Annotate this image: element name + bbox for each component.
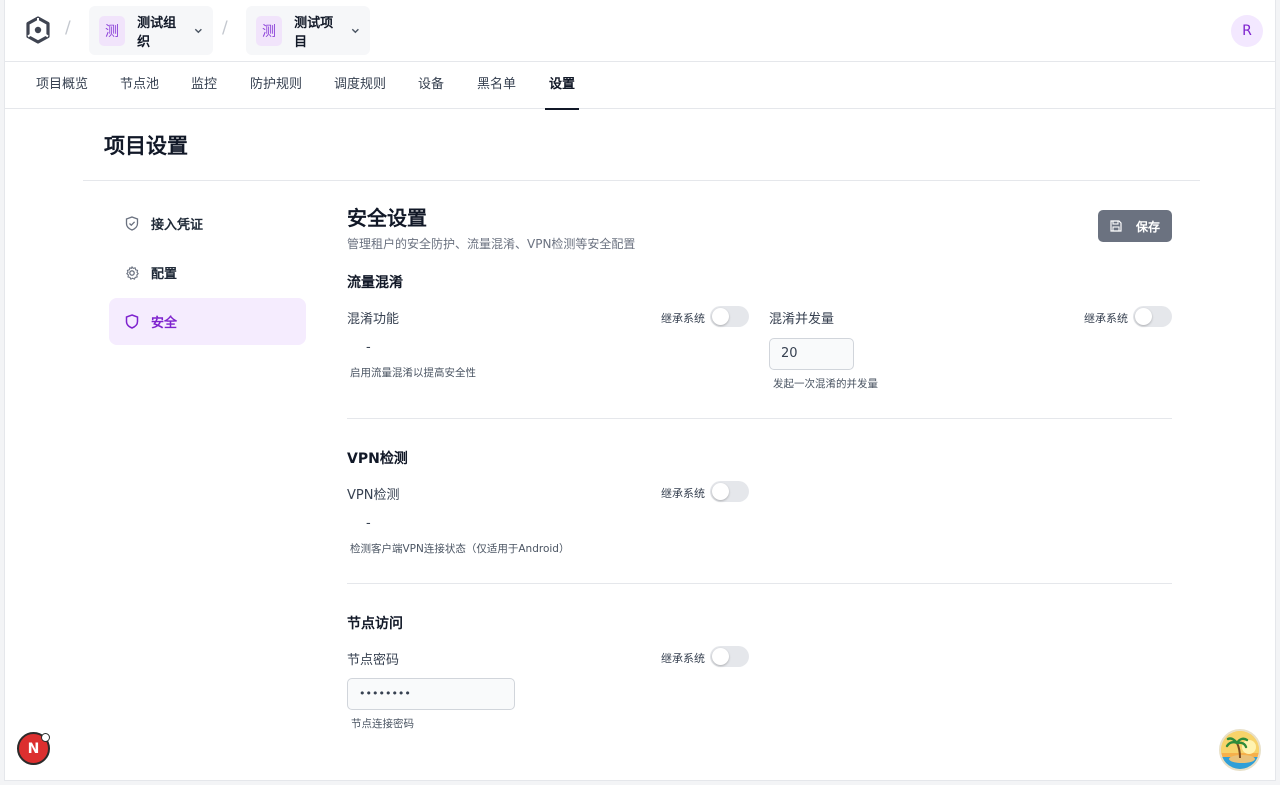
obfuscation-feature-label: 混淆功能 <box>347 312 400 327</box>
sidebar-item-security[interactable]: 安全 <box>109 298 306 345</box>
project-name: 测试项目 <box>294 15 334 50</box>
obfuscation-concurrency-inherit-toggle[interactable] <box>1133 306 1172 327</box>
tab-devices[interactable]: 设备 <box>418 62 444 109</box>
app-logo-icon[interactable] <box>25 16 51 44</box>
toggle-knob <box>1135 308 1152 325</box>
toggle-knob <box>712 483 729 500</box>
org-name: 测试组织 <box>137 15 177 50</box>
page-title: 项目设置 <box>104 134 188 158</box>
notification-dot <box>41 733 50 742</box>
tab-scheduling-rules[interactable]: 调度规则 <box>334 62 386 109</box>
breadcrumb-separator: / <box>65 18 71 38</box>
toggle-knob <box>712 308 729 325</box>
project-avatar: 测 <box>256 15 283 46</box>
org-avatar: 测 <box>99 15 126 46</box>
shield-icon <box>125 314 139 329</box>
gear-icon <box>126 265 139 280</box>
assistant-avatar-icon[interactable] <box>1219 729 1261 771</box>
save-button[interactable]: 保存 <box>1098 210 1172 242</box>
chevron-down-icon <box>195 28 203 33</box>
tab-overview[interactable]: 项目概览 <box>36 62 88 109</box>
node-password-inherit-toggle[interactable] <box>710 646 749 667</box>
node-password-help: 节点连接密码 <box>351 718 414 730</box>
org-switcher[interactable]: 测 测试组织 <box>89 6 213 55</box>
vpn-detection-label: VPN检测 <box>347 488 400 503</box>
inherit-system-label: 继承系统 <box>661 652 705 665</box>
project-nav-tabs: 项目概览 节点池 监控 防护规则 调度规则 设备 黑名单 设置 <box>5 62 1275 110</box>
divider <box>83 180 1200 181</box>
inherit-system-label: 继承系统 <box>661 487 705 500</box>
shield-check-icon <box>125 216 139 231</box>
tab-blacklist[interactable]: 黑名单 <box>477 62 516 109</box>
inherit-system-label: 继承系统 <box>661 312 705 325</box>
group-title-node-access: 节点访问 <box>347 616 403 632</box>
obfuscation-concurrency-help: 发起一次混淆的并发量 <box>773 378 878 390</box>
node-password-label: 节点密码 <box>347 653 400 668</box>
obfuscation-feature-inherit-toggle[interactable] <box>710 306 749 327</box>
inherit-system-label: 继承系统 <box>1084 312 1128 325</box>
obfuscation-concurrency-input[interactable]: 20 <box>769 338 854 370</box>
divider <box>347 583 1172 584</box>
obfuscation-feature-help: 启用流量混淆以提高安全性 <box>350 367 476 379</box>
vpn-detection-value: - <box>366 516 371 531</box>
sidebar-item-config[interactable]: 配置 <box>109 249 306 296</box>
sidebar-item-credentials[interactable]: 接入凭证 <box>109 200 306 247</box>
app-window: / 测 测试组织 / 测 测试项目 R 项目概览 节点池 监控 防护规则 调度规… <box>4 0 1276 781</box>
tab-settings[interactable]: 设置 <box>544 62 580 110</box>
vpn-detection-inherit-toggle[interactable] <box>710 481 749 502</box>
user-avatar[interactable]: R <box>1231 15 1263 47</box>
obfuscation-feature-value: - <box>366 340 371 355</box>
section-title: 安全设置 <box>347 206 427 230</box>
section-description: 管理租户的安全防护、流量混淆、VPN检测等安全配置 <box>347 237 636 251</box>
save-button-label: 保存 <box>1135 219 1160 234</box>
divider <box>347 418 1172 419</box>
save-icon <box>1110 220 1122 232</box>
toggle-knob <box>712 648 729 665</box>
sidebar-item-label: 配置 <box>151 267 178 282</box>
tab-monitoring[interactable]: 监控 <box>191 62 217 109</box>
group-title-obfuscation: 流量混淆 <box>347 275 403 291</box>
breadcrumb-separator: / <box>222 18 228 38</box>
obfuscation-concurrency-label: 混淆并发量 <box>769 312 835 327</box>
project-switcher[interactable]: 测 测试项目 <box>246 6 370 55</box>
top-bar: / 测 测试组织 / 测 测试项目 R <box>5 0 1275 62</box>
sidebar-item-label: 接入凭证 <box>151 218 204 233</box>
chevron-down-icon <box>352 28 360 33</box>
group-title-vpn: VPN检测 <box>347 451 408 467</box>
node-password-input[interactable]: •••••••• <box>347 678 515 710</box>
tab-node-pool[interactable]: 节点池 <box>120 62 159 109</box>
vpn-detection-help: 检测客户端VPN连接状态（仅适用于Android） <box>350 543 570 555</box>
tab-protection-rules[interactable]: 防护规则 <box>250 62 302 109</box>
sidebar-item-label: 安全 <box>151 316 178 331</box>
